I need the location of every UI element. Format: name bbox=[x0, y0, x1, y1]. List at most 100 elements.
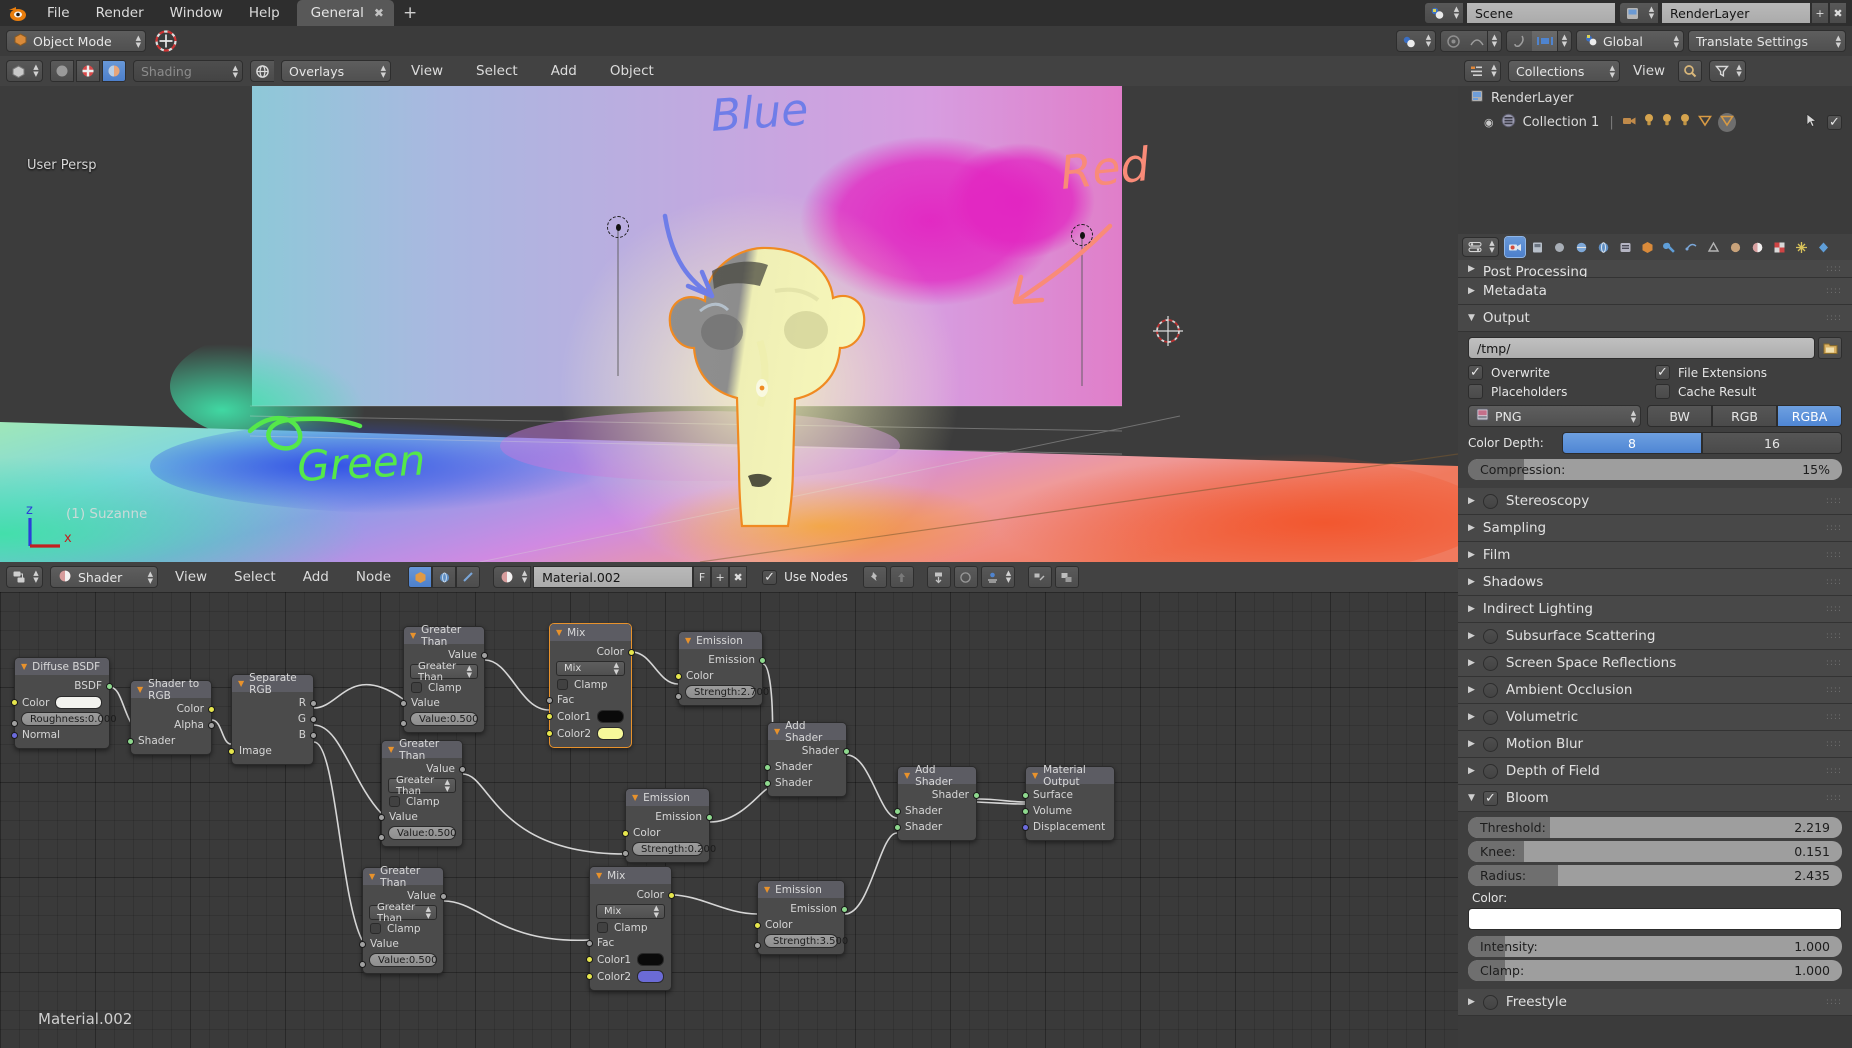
chevron-updown-icon[interactable]: ▲ ▼ bbox=[1486, 237, 1499, 257]
snap-node-group[interactable]: ▲ ▼ bbox=[980, 566, 1015, 588]
panel-bloom[interactable]: ▼ ✓ Bloom :::: bbox=[1458, 785, 1852, 812]
checkbox-placeholders[interactable]: Placeholders bbox=[1468, 384, 1655, 399]
input-socket[interactable] bbox=[546, 696, 553, 704]
node-dropdown[interactable]: Mix ▲ ▼ bbox=[596, 904, 665, 919]
node-header[interactable]: ▼ Greater Than bbox=[363, 865, 443, 889]
node-header[interactable]: ▼ Add Shader bbox=[898, 764, 976, 788]
panel-stereoscopy[interactable]: ▶ Stereoscopy :::: bbox=[1458, 488, 1852, 515]
panel-motion-blur[interactable]: ▶ Motion Blur :::: bbox=[1458, 731, 1852, 758]
chevron-updown-icon[interactable]: ▲ ▼ bbox=[128, 34, 141, 49]
node-value-field[interactable]: Value: 0.500 bbox=[388, 826, 456, 840]
output-socket[interactable] bbox=[843, 747, 850, 755]
shader-editor[interactable]: ▲ ▼ Shader ▲ ▼ View Select Add Node ▲ ▼ … bbox=[0, 562, 1458, 1048]
blender-logo-icon[interactable] bbox=[0, 0, 34, 26]
outliner-editor[interactable]: ▲▼ Collections ▲▼ View ▲▼ RenderLayer bbox=[1458, 56, 1852, 234]
output-path-field[interactable]: /tmp/ bbox=[1468, 337, 1815, 359]
collapse-arrow-icon[interactable]: ▼ bbox=[21, 662, 27, 671]
input-socket[interactable] bbox=[546, 730, 553, 737]
node-overlay-icon[interactable] bbox=[1027, 566, 1052, 588]
shading-popover[interactable]: Shading ▲ ▼ bbox=[133, 60, 243, 82]
plus-icon[interactable]: + bbox=[711, 566, 730, 588]
node-backdrop-icon[interactable] bbox=[1054, 566, 1079, 588]
expand-plus-icon[interactable]: ◉ bbox=[1484, 116, 1494, 129]
node-output-socket-row[interactable]: Shader bbox=[768, 743, 850, 759]
input-socket[interactable] bbox=[400, 699, 407, 707]
outliner-row-collection[interactable]: ◉ Collection 1 | ✓ bbox=[1458, 110, 1852, 134]
panel-grip[interactable]: :::: bbox=[1826, 686, 1842, 695]
panel-screen-space-reflections[interactable]: ▶ Screen Space Reflections :::: bbox=[1458, 650, 1852, 677]
input-socket[interactable] bbox=[586, 939, 593, 947]
panel-output[interactable]: ▼ Output :::: bbox=[1458, 305, 1852, 332]
folder-icon[interactable] bbox=[1818, 337, 1842, 359]
shader-type-dropdown[interactable]: Shader ▲ ▼ bbox=[50, 566, 158, 588]
bloom-enable-checkbox[interactable]: ✓ bbox=[1482, 790, 1498, 806]
output-socket[interactable] bbox=[706, 813, 713, 821]
properties-tab-physics[interactable] bbox=[1703, 237, 1723, 257]
linestyle-slot-icon[interactable] bbox=[456, 566, 481, 588]
input-socket[interactable] bbox=[11, 720, 18, 727]
node-header[interactable]: ▼ Diffuse BSDF bbox=[15, 658, 109, 675]
panel-volumetric[interactable]: ▶ Volumetric :::: bbox=[1458, 704, 1852, 731]
file-format-dropdown[interactable]: PNG ▲ ▼ bbox=[1468, 405, 1642, 427]
close-icon[interactable]: ✖ bbox=[729, 566, 748, 588]
properties-tab-texture[interactable] bbox=[1769, 237, 1789, 257]
node-value-field-row[interactable]: Strength: 3.500 bbox=[754, 934, 848, 949]
node-output-socket-row[interactable]: Value bbox=[382, 761, 466, 777]
collapse-arrow-icon[interactable]: ▼ bbox=[764, 885, 770, 894]
chevron-updown-icon[interactable]: ▲ ▼ bbox=[1645, 2, 1659, 24]
node-color-input-row[interactable]: Color2 bbox=[546, 725, 631, 742]
node-input-socket-row[interactable]: Shader bbox=[894, 803, 976, 819]
material-preview-icon[interactable] bbox=[76, 60, 100, 82]
chevron-updown-icon[interactable]: ▲ ▼ bbox=[225, 64, 238, 79]
checkbox-file-extensions[interactable]: ✓ File Extensions bbox=[1655, 365, 1842, 380]
proportional-edit-icon[interactable] bbox=[953, 566, 978, 588]
panel-grip[interactable]: :::: bbox=[1826, 632, 1842, 641]
node-output-socket-row[interactable]: Color bbox=[550, 644, 635, 660]
node-input-socket-row[interactable]: Value bbox=[378, 809, 462, 825]
overlays-globe-icon[interactable] bbox=[250, 60, 274, 82]
node-output-socket-row[interactable]: Emission bbox=[758, 901, 848, 917]
object-mode-dropdown[interactable]: Object Mode ▲ ▼ bbox=[6, 30, 146, 52]
properties-tab-constraint[interactable] bbox=[1725, 237, 1745, 257]
input-socket[interactable] bbox=[378, 834, 385, 841]
pin-icon[interactable] bbox=[862, 566, 887, 588]
node-input-socket-row[interactable]: Displacement bbox=[1022, 819, 1114, 835]
node-value-field[interactable]: Value: 0.500 bbox=[410, 712, 478, 726]
chevron-updown-icon[interactable]: ▲ ▼ bbox=[1623, 409, 1636, 424]
panel-toggle-radio[interactable] bbox=[1482, 682, 1498, 698]
editor-type-selector[interactable]: ▲ ▼ bbox=[6, 60, 43, 82]
output-socket[interactable] bbox=[973, 791, 980, 799]
bloom-color-swatch[interactable] bbox=[1468, 908, 1842, 930]
color-swatch[interactable] bbox=[55, 696, 102, 709]
output-socket[interactable] bbox=[310, 715, 317, 723]
node-value-field-row[interactable]: Roughness: 0.000 bbox=[11, 712, 117, 727]
panel-shadows[interactable]: ▶ Shadows :::: bbox=[1458, 569, 1852, 596]
chevron-updown-icon[interactable]: ▲ ▼ bbox=[445, 778, 450, 793]
light-object-gizmo[interactable] bbox=[1071, 224, 1093, 246]
input-socket[interactable] bbox=[894, 823, 901, 831]
chevron-updown-icon[interactable]: ▲ ▼ bbox=[1488, 30, 1502, 52]
input-socket[interactable] bbox=[764, 763, 771, 771]
color-mode-rgba[interactable]: RGBA bbox=[1777, 405, 1842, 427]
input-socket[interactable] bbox=[586, 973, 593, 980]
node-dropdown[interactable]: Mix ▲ ▼ bbox=[556, 661, 625, 676]
node-input-socket-row[interactable]: Shader bbox=[764, 759, 846, 775]
panel-grip[interactable]: :::: bbox=[1826, 524, 1842, 533]
node-input-socket-row[interactable]: Color bbox=[675, 668, 762, 684]
snap-group[interactable]: ▲ ▼ bbox=[1396, 30, 1436, 52]
input-socket[interactable] bbox=[622, 829, 629, 837]
overlays-popover[interactable]: Overlays ▲ ▼ bbox=[281, 60, 391, 82]
outliner-row-renderlayer[interactable]: RenderLayer bbox=[1458, 86, 1852, 110]
node-diffuse-bsdf[interactable]: ▼ Diffuse BSDF BSDF Color Roughness: 0.000 Nor… bbox=[11, 657, 117, 749]
panel-grip[interactable]: :::: bbox=[1826, 497, 1842, 506]
panel-depth-of-field[interactable]: ▶ Depth of Field :::: bbox=[1458, 758, 1852, 785]
node-value-field-row[interactable]: Value: 0.500 bbox=[378, 826, 462, 841]
material-name-field[interactable]: Material.002 bbox=[533, 566, 694, 588]
output-socket[interactable] bbox=[106, 682, 113, 690]
node-color-input-row[interactable]: Color2 bbox=[586, 968, 671, 985]
node-header[interactable]: ▼ Emission bbox=[626, 789, 709, 806]
collapse-arrow-icon[interactable]: ▼ bbox=[596, 871, 602, 880]
color-swatch[interactable] bbox=[597, 727, 624, 740]
shading-mode-group[interactable] bbox=[50, 60, 126, 82]
solid-shading-icon[interactable] bbox=[50, 60, 74, 82]
